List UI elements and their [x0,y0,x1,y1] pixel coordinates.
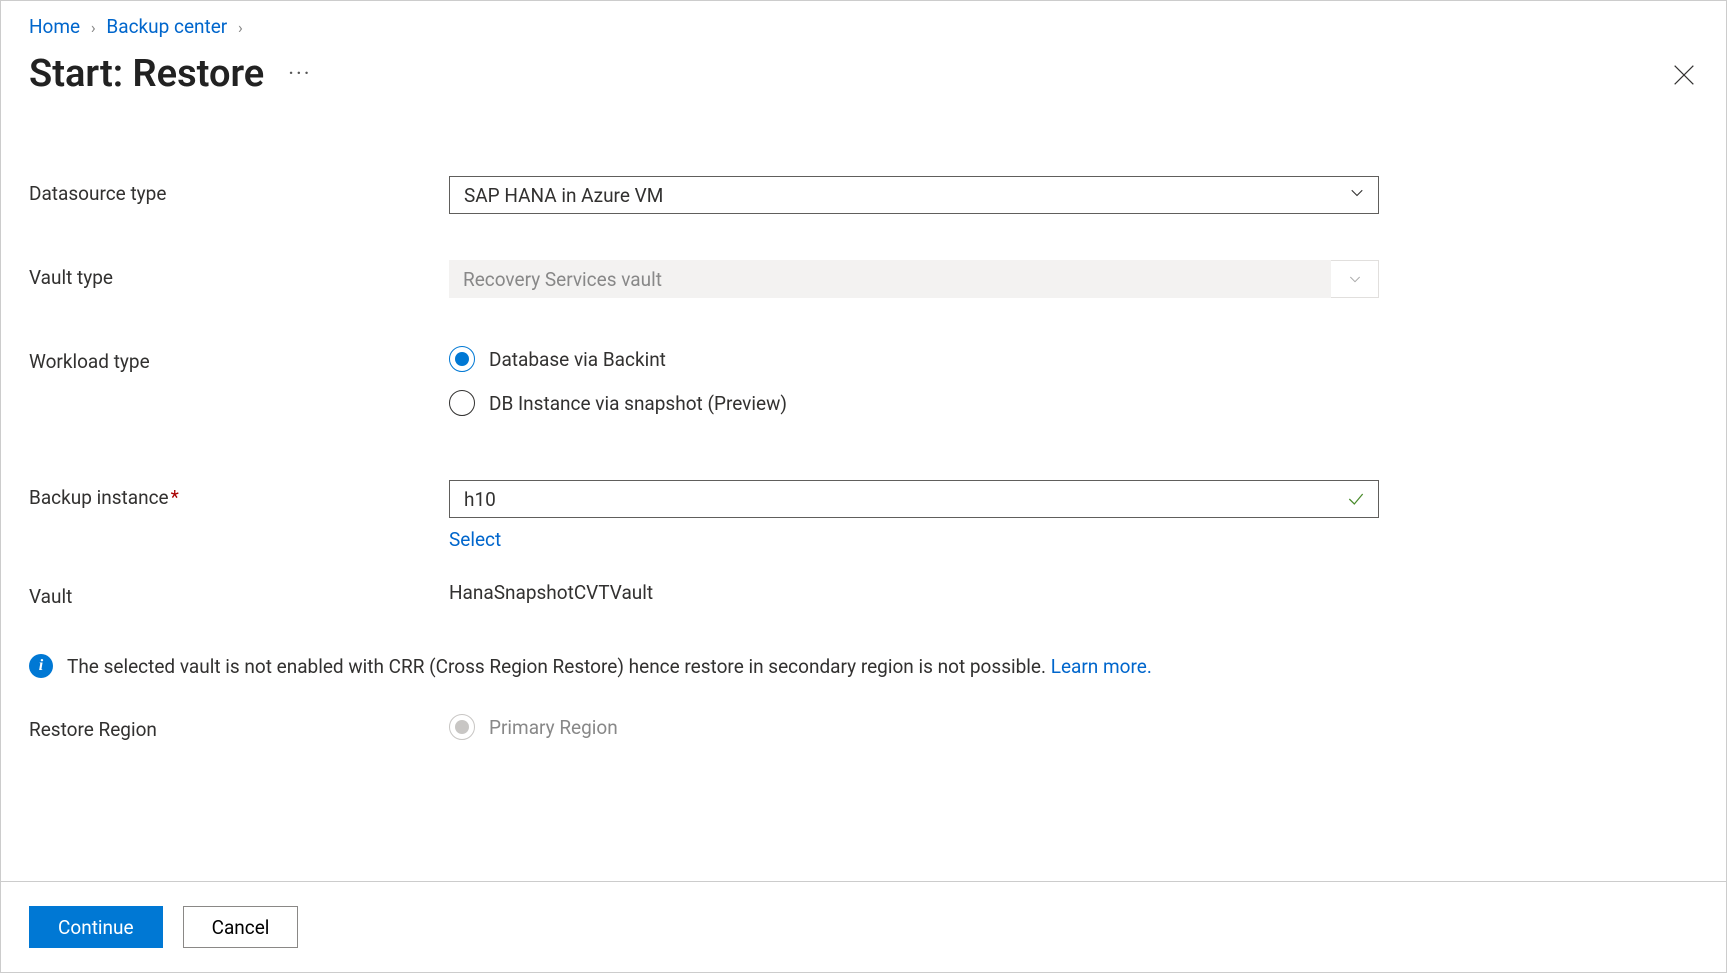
datasource-type-label: Datasource type [29,176,449,205]
footer: Continue Cancel [1,881,1726,972]
workload-type-option-label: Database via Backint [489,348,666,371]
more-actions-button[interactable]: ··· [288,62,311,87]
learn-more-link[interactable]: Learn more. [1051,655,1152,678]
backup-instance-value: h10 [464,488,496,511]
restore-region-option-label: Primary Region [489,716,618,739]
datasource-type-value: SAP HANA in Azure VM [464,184,663,207]
datasource-type-select[interactable]: SAP HANA in Azure VM [449,176,1379,214]
restore-region-radio-primary: Primary Region [449,714,1379,740]
workload-type-radio-backint[interactable]: Database via Backint [449,346,1379,372]
page-title: Start: Restore [29,52,264,96]
checkmark-icon [1346,489,1366,509]
chevron-right-icon: › [238,18,243,37]
close-icon [1670,61,1698,89]
vault-type-select: Recovery Services vault [449,260,1379,298]
backup-instance-label: Backup instance* [29,480,449,509]
radio-icon [449,714,475,740]
backup-instance-select-link[interactable]: Select [449,528,501,551]
chevron-down-icon [1331,260,1379,298]
vault-type-value: Recovery Services vault [463,268,662,291]
info-text: The selected vault is not enabled with C… [67,655,1051,678]
chevron-down-icon [1348,184,1366,207]
cancel-button[interactable]: Cancel [183,906,299,948]
workload-type-radio-snapshot[interactable]: DB Instance via snapshot (Preview) [449,390,1379,416]
radio-icon [449,390,475,416]
workload-type-label: Workload type [29,344,449,373]
vault-label: Vault [29,579,449,608]
info-icon: i [29,654,53,678]
close-button[interactable] [1670,61,1698,89]
workload-type-option-label: DB Instance via snapshot (Preview) [489,392,787,415]
radio-icon [449,346,475,372]
chevron-right-icon: › [91,18,96,37]
breadcrumb-backup-center[interactable]: Backup center [106,15,227,38]
vault-type-label: Vault type [29,260,449,289]
continue-button[interactable]: Continue [29,906,163,948]
backup-instance-input[interactable]: h10 [449,480,1379,518]
vault-value: HanaSnapshotCVTVault [449,579,1379,604]
breadcrumb: Home › Backup center › [1,1,1726,46]
restore-region-label: Restore Region [29,712,449,741]
crr-info-message: i The selected vault is not enabled with… [1,654,1726,678]
breadcrumb-home[interactable]: Home [29,15,80,38]
